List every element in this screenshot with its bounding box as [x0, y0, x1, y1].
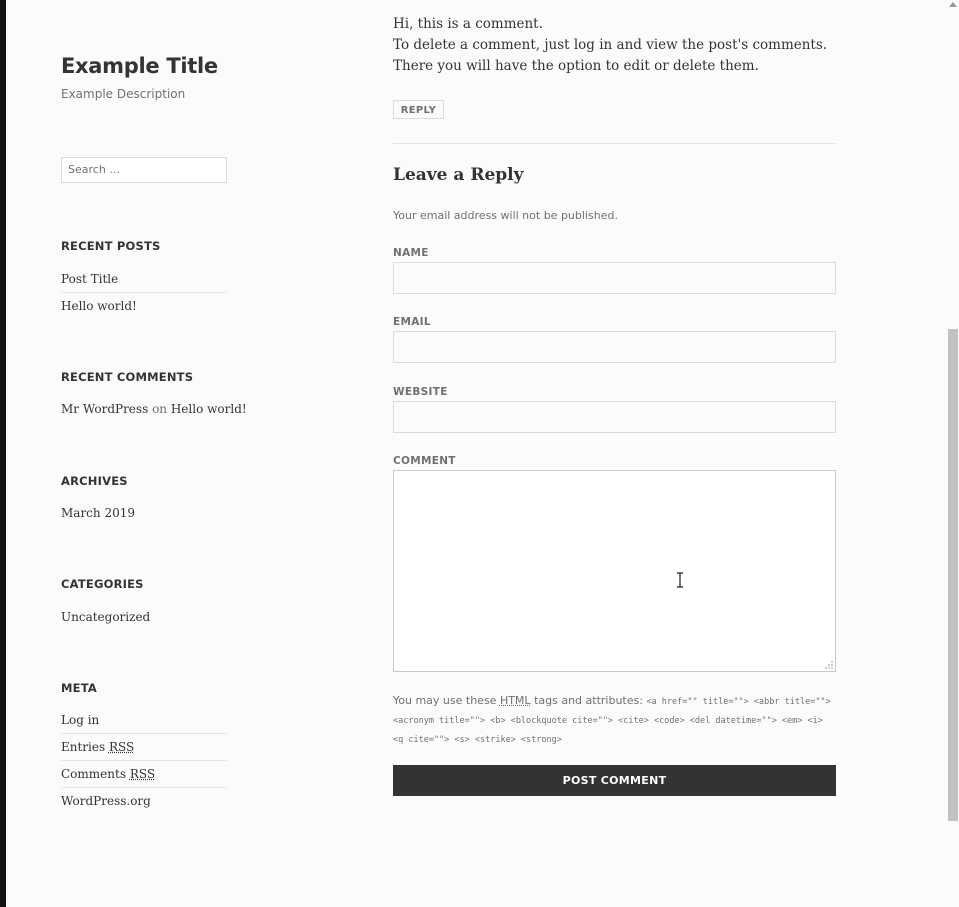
divider	[61, 733, 227, 734]
divider	[61, 292, 227, 293]
divider	[61, 787, 227, 788]
archive-link[interactable]: March 2019	[61, 506, 135, 520]
allowed-suffix: tags and attributes:	[534, 694, 643, 707]
meta-login-link[interactable]: Log in	[61, 713, 99, 727]
allowed-prefix: You may use these	[393, 694, 497, 707]
divider	[61, 760, 227, 761]
rss-abbr: RSS	[129, 767, 156, 781]
recent-post-link[interactable]: Post Title	[61, 272, 118, 286]
category-link[interactable]: Uncategorized	[61, 610, 150, 624]
email-field[interactable]	[393, 331, 836, 363]
comment-body: Hi, this is a comment. To delete a comme…	[393, 14, 836, 77]
recent-post-link[interactable]: Hello world!	[61, 299, 137, 313]
window-left-edge	[0, 0, 6, 907]
website-label: WEBSITE	[393, 386, 448, 398]
name-label: NAME	[393, 247, 429, 259]
meta-comments-rss-link[interactable]: Comments RSS	[61, 767, 155, 781]
site-description: Example Description	[61, 87, 186, 101]
widget-title-recent-comments: RECENT COMMENTS	[61, 370, 194, 384]
meta-wordpress-org-link[interactable]: WordPress.org	[61, 794, 151, 808]
html-abbr: HTML	[499, 694, 531, 707]
name-field[interactable]	[393, 262, 836, 294]
rss-abbr: RSS	[108, 740, 135, 754]
resize-grip-icon[interactable]	[825, 661, 833, 669]
scroll-up-arrow-icon[interactable]	[949, 2, 957, 7]
divider	[393, 143, 836, 144]
comment-line: Hi, this is a comment.	[393, 16, 543, 32]
site-title[interactable]: Example Title	[61, 54, 218, 78]
comment-post-link[interactable]: Hello world!	[171, 402, 247, 416]
comment-author-link[interactable]: Mr WordPress	[61, 402, 148, 416]
comment-line: To delete a comment, just log in and vie…	[393, 37, 828, 74]
email-label: EMAIL	[393, 316, 431, 328]
widget-title-archives: ARCHIVES	[61, 474, 128, 488]
comment-textarea[interactable]	[393, 470, 836, 672]
meta-entries-rss-link[interactable]: Entries RSS	[61, 740, 134, 754]
allowed-tags-note: You may use these HTML tags and attribut…	[393, 692, 836, 749]
comment-notes: Your email address will not be published…	[393, 209, 618, 222]
reply-title: Leave a Reply	[393, 165, 524, 185]
post-comment-button[interactable]: POST COMMENT	[393, 765, 836, 796]
widget-title-recent-posts: RECENT POSTS	[61, 239, 161, 253]
vertical-scrollbar[interactable]	[948, 0, 959, 907]
comment-label: COMMENT	[393, 455, 456, 467]
text-cursor-icon	[677, 572, 683, 588]
comments-label: Comments	[61, 767, 126, 781]
recent-comment-item: Mr WordPress on Hello world!	[61, 402, 247, 416]
website-field[interactable]	[393, 401, 836, 433]
comment-on-text: on	[152, 402, 168, 416]
widget-title-categories: CATEGORIES	[61, 577, 144, 591]
entries-label: Entries	[61, 740, 106, 754]
scrollbar-thumb[interactable]	[948, 329, 958, 821]
search-input[interactable]: Search …	[61, 157, 227, 183]
widget-title-meta: META	[61, 681, 97, 695]
reply-button[interactable]: REPLY	[393, 100, 444, 119]
search-placeholder: Search …	[68, 163, 121, 176]
